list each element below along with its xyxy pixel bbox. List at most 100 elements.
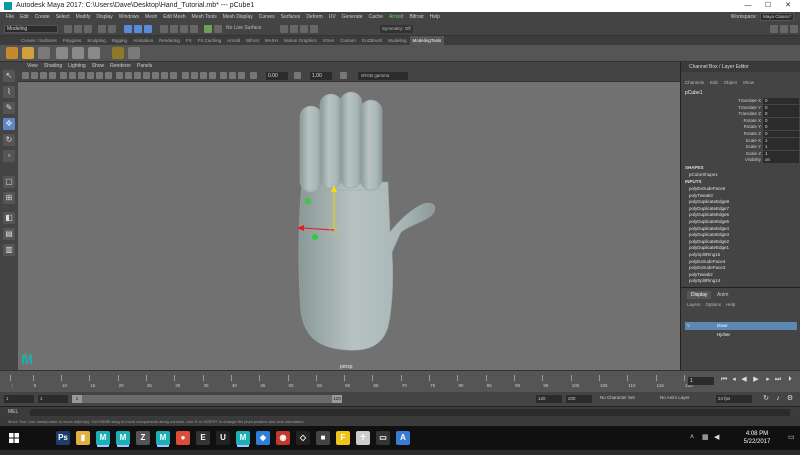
current-frame-field[interactable]: 1: [688, 377, 714, 385]
attribute-value[interactable]: 0: [763, 124, 799, 131]
taskbar-app-red-icon[interactable]: ◉: [276, 431, 290, 445]
input-node[interactable]: polyTweak2: [689, 272, 799, 278]
xray-active-components-icon[interactable]: [238, 72, 245, 79]
animation-end-field[interactable]: 200: [566, 395, 592, 403]
menu-mesh[interactable]: Mesh: [142, 12, 160, 22]
wireframe-icon[interactable]: [116, 72, 123, 79]
play-forwards-icon[interactable]: ▶: [752, 375, 760, 385]
shelf-tab-xgen[interactable]: XGen: [320, 36, 338, 45]
animation-start-field[interactable]: 1: [4, 395, 34, 403]
shelf-tab-sculpting[interactable]: Sculpting: [84, 36, 109, 45]
attribute-value[interactable]: on: [763, 157, 799, 164]
menu-deform[interactable]: Deform: [303, 12, 325, 22]
field-chart-icon[interactable]: [96, 72, 103, 79]
depth-of-field-icon[interactable]: [209, 72, 216, 79]
camera-attributes-icon[interactable]: [31, 72, 38, 79]
input-node[interactable]: polyDuplicateEdge3: [689, 232, 799, 238]
shelf-tab-motion-graphics[interactable]: Motion Graphics: [281, 36, 320, 45]
scale-tool-icon[interactable]: ▫: [3, 150, 15, 162]
snap-point-icon[interactable]: [180, 25, 188, 33]
menu-edit[interactable]: Edit: [17, 12, 32, 22]
range-bar[interactable]: 1 120: [72, 395, 342, 403]
menu-set-select[interactable]: Modeling: [4, 25, 58, 33]
taskbar-app-grey-icon[interactable]: ■: [316, 431, 330, 445]
layer-menu-options[interactable]: Options: [706, 302, 722, 307]
taskbar-photoshop-icon[interactable]: Ps: [56, 431, 70, 445]
volume-icon[interactable]: ◀: [714, 434, 722, 442]
time-slider[interactable]: 1 5 10 15 20 25 30 35 40 45 50 55 60 65 70 75 80 85 90 95 10…: [0, 370, 800, 392]
taskbar-maya-c-icon[interactable]: M: [156, 431, 170, 445]
windows-start-icon[interactable]: [0, 426, 28, 450]
menu-file[interactable]: File: [3, 12, 17, 22]
viewport[interactable]: M persp: [18, 82, 680, 370]
menu-cache[interactable]: Cache: [366, 12, 386, 22]
step-back-icon[interactable]: ◂: [730, 375, 738, 385]
snap-surface-icon[interactable]: [190, 25, 198, 33]
color-management-icon[interactable]: [340, 72, 347, 79]
taskbar-maya-a-icon[interactable]: M: [96, 431, 110, 445]
shelf-tab-curves-surfaces[interactable]: Curves / Surfaces: [18, 36, 60, 45]
shelf-tab-modelingtools[interactable]: ModelingTools: [409, 36, 445, 45]
shelf-tool-icon-6[interactable]: [88, 47, 100, 59]
screen-space-ao-icon[interactable]: [182, 72, 189, 79]
exposure-icon[interactable]: [250, 72, 257, 79]
shadows-icon[interactable]: [170, 72, 177, 79]
menu-curves[interactable]: Curves: [256, 12, 278, 22]
mel-input[interactable]: [30, 409, 790, 416]
input-node[interactable]: polyDuplicateEdge6: [689, 212, 799, 218]
hypershade-icon[interactable]: [310, 25, 318, 33]
film-gate-icon[interactable]: [69, 72, 76, 79]
attribute-row[interactable]: Translate Y0: [681, 104, 800, 111]
attribute-value[interactable]: 0: [763, 111, 799, 118]
channel-menu-channels[interactable]: Channels: [685, 80, 704, 85]
taskbar-maya-d-icon[interactable]: M: [236, 431, 250, 445]
shelf-tool-icon-2[interactable]: [22, 47, 34, 59]
character-set-select[interactable]: No Character Set: [600, 395, 635, 400]
render-settings-icon[interactable]: [300, 25, 308, 33]
shelf-tool-icon-3[interactable]: [38, 47, 50, 59]
attribute-row[interactable]: Visibility on: [681, 157, 800, 164]
xray-icon[interactable]: [143, 72, 150, 79]
layout-persp-graph-icon[interactable]: ▤: [3, 228, 15, 240]
range-right-handle[interactable]: 120: [332, 395, 342, 403]
tab-anim[interactable]: Anim: [713, 291, 732, 299]
select-component-icon[interactable]: [144, 25, 152, 33]
tray-chevron-icon[interactable]: ˄: [690, 434, 698, 442]
camera-select-icon[interactable]: [22, 72, 29, 79]
channel-menu-edit[interactable]: Edit: [710, 80, 718, 85]
new-scene-icon[interactable]: [64, 25, 72, 33]
four-view-icon[interactable]: ⊞: [3, 192, 15, 204]
step-forward-icon[interactable]: ▸: [764, 375, 772, 385]
taskbar-maya-b-icon[interactable]: M: [116, 431, 130, 445]
loop-icon[interactable]: ↻: [762, 394, 770, 404]
shelf-tab-rendering[interactable]: Rendering: [156, 36, 183, 45]
attribute-row[interactable]: Scale X1: [681, 137, 800, 144]
attribute-value[interactable]: 1: [763, 150, 799, 157]
attribute-row[interactable]: Translate Z0: [681, 111, 800, 118]
hand-mesh[interactable]: [298, 91, 436, 351]
sound-icon[interactable]: ♪: [774, 394, 782, 404]
menu-help[interactable]: Help: [427, 12, 443, 22]
input-node[interactable]: polyDuplicateEdge1: [689, 245, 799, 251]
menu-display[interactable]: Display: [93, 12, 115, 22]
snap-grid-icon[interactable]: [160, 25, 168, 33]
shelf-tool-icon-1[interactable]: [6, 47, 18, 59]
attribute-row[interactable]: Scale Y1: [681, 144, 800, 151]
attribute-value[interactable]: 1: [763, 144, 799, 151]
layout-persp-outliner-icon[interactable]: ◧: [3, 212, 15, 224]
attribute-editor-toggle-icon[interactable]: [770, 25, 778, 33]
grid-icon[interactable]: [60, 72, 67, 79]
mel-label[interactable]: MEL: [8, 409, 18, 415]
input-node[interactable]: polyExtrudeFace4: [689, 259, 799, 265]
viewport-menu-shading[interactable]: Shading: [41, 62, 65, 70]
gamma-field[interactable]: 1.00: [310, 72, 332, 80]
anim-prefs-icon[interactable]: ⚙: [786, 394, 794, 404]
resolution-gate-icon[interactable]: [78, 72, 85, 79]
channel-box-toggle-icon[interactable]: [790, 25, 798, 33]
attribute-row[interactable]: Rotate X0: [681, 117, 800, 124]
select-hierarchy-icon[interactable]: [124, 25, 132, 33]
layout-hypershade-icon[interactable]: ▥: [3, 244, 15, 256]
menu-surfaces[interactable]: Surfaces: [278, 12, 304, 22]
attribute-value[interactable]: 0: [763, 131, 799, 137]
shelf-tab-gozbrush[interactable]: GoZBrush: [359, 36, 386, 45]
